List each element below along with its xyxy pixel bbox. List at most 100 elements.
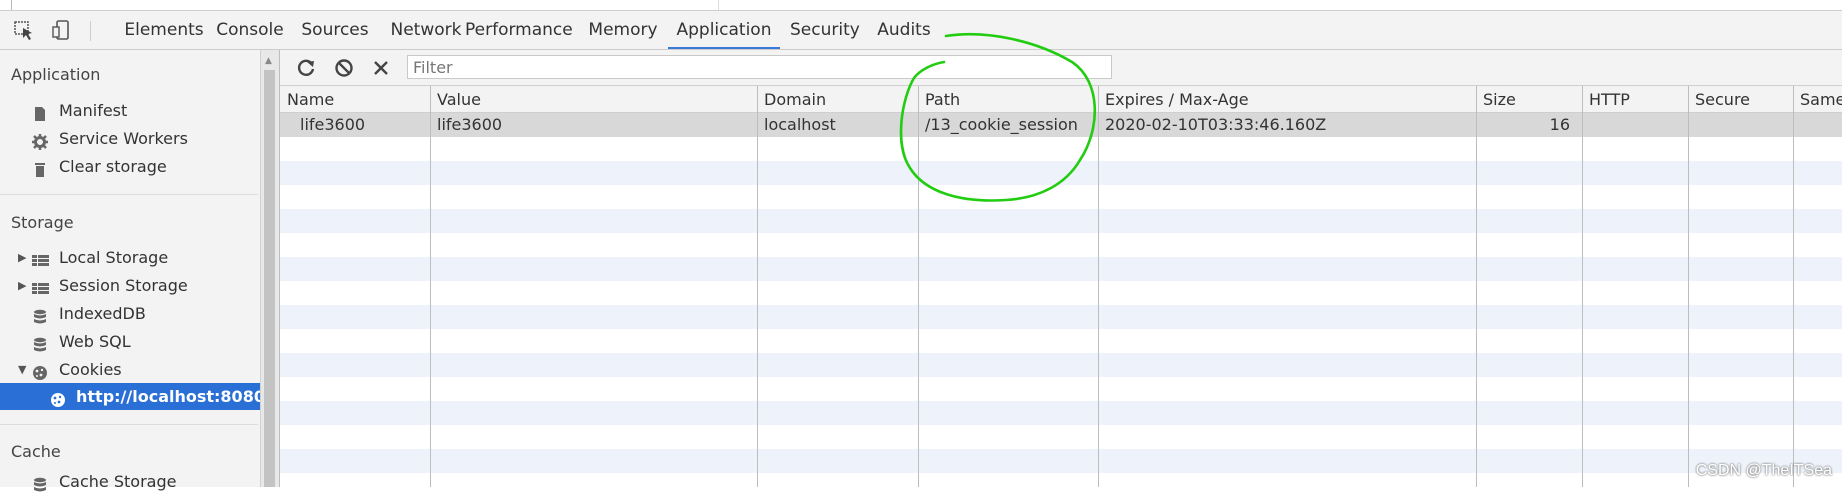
tab-memory[interactable]: Memory	[583, 11, 663, 49]
column-divider[interactable]	[1688, 86, 1689, 487]
column-header-samesite[interactable]: Same	[1793, 86, 1842, 113]
sidebar-item-manifest[interactable]: Manifest	[0, 97, 260, 124]
column-divider[interactable]	[1098, 86, 1099, 487]
empty-row	[280, 233, 1842, 257]
tab-network[interactable]: Network	[372, 11, 480, 49]
cookies-toolbar	[280, 50, 1842, 86]
column-header-domain[interactable]: Domain	[757, 86, 918, 113]
tab-audits[interactable]: Audits	[876, 11, 932, 49]
sidebar-item-label: IndexedDB	[59, 304, 146, 323]
expand-triangle-icon[interactable]: ▶	[18, 244, 26, 271]
empty-row	[280, 449, 1842, 473]
tab-application[interactable]: Application	[668, 11, 780, 49]
block-icon[interactable]	[332, 56, 356, 80]
column-divider[interactable]	[1793, 86, 1794, 487]
column-divider[interactable]	[918, 86, 919, 487]
sidebar-divider	[0, 424, 258, 425]
sidebar-item-cookies[interactable]: ▼ Cookies	[0, 356, 260, 383]
cell-size[interactable]: 16	[1476, 113, 1582, 137]
sidebar-item-indexeddb[interactable]: IndexedDB	[0, 300, 260, 327]
filter-input[interactable]	[407, 55, 1112, 79]
scrollbar-thumb[interactable]	[264, 70, 275, 487]
empty-row	[280, 281, 1842, 305]
sidebar-item-cookie-origin[interactable]: http://localhost:8080	[0, 383, 265, 410]
section-heading-cache: Cache	[11, 442, 61, 461]
sidebar-item-label: Service Workers	[59, 129, 188, 148]
cookies-panel: Name Value Domain Path Expires / Max-Age…	[279, 50, 1842, 487]
section-heading-storage: Storage	[11, 213, 74, 232]
column-header-http[interactable]: HTTP	[1582, 86, 1688, 113]
column-header-secure[interactable]: Secure	[1688, 86, 1793, 113]
sidebar-item-cache-storage[interactable]: Cache Storage	[0, 468, 260, 495]
inspect-element-icon[interactable]	[13, 19, 37, 41]
empty-row	[280, 401, 1842, 425]
grid-icon	[32, 278, 49, 294]
collapse-triangle-icon[interactable]: ▼	[18, 356, 26, 383]
empty-row	[280, 425, 1842, 449]
column-header-name[interactable]: Name	[280, 86, 430, 113]
sidebar-item-service-workers[interactable]: Service Workers	[0, 125, 260, 152]
empty-row	[280, 161, 1842, 185]
application-sidebar: Application Manifest Service Workers Cle…	[0, 50, 265, 492]
refresh-icon[interactable]	[294, 56, 318, 80]
empty-row	[280, 305, 1842, 329]
cell-secure[interactable]	[1688, 113, 1793, 137]
sidebar-item-web-sql[interactable]: Web SQL	[0, 328, 260, 355]
sidebar-item-clear-storage[interactable]: Clear storage	[0, 153, 260, 180]
expand-triangle-icon[interactable]: ▶	[18, 272, 26, 299]
empty-row	[280, 137, 1842, 161]
sidebar-item-label: http://localhost:8080	[76, 387, 265, 406]
sidebar-item-label: Web SQL	[59, 332, 131, 351]
table-row[interactable]: life3600 life3600 localhost /13_cookie_s…	[280, 113, 1842, 137]
page-divider	[11, 0, 12, 10]
empty-row	[280, 185, 1842, 209]
sidebar-item-label: Cache Storage	[59, 472, 177, 491]
column-header-path[interactable]: Path	[918, 86, 1098, 113]
devtools-tab-bar: Elements Console Sources Network Perform…	[0, 11, 1842, 50]
document-icon	[32, 103, 48, 121]
sidebar-item-label: Clear storage	[59, 157, 167, 176]
cell-value[interactable]: life3600	[430, 113, 757, 137]
column-header-expires[interactable]: Expires / Max-Age	[1098, 86, 1476, 113]
database-icon	[32, 306, 48, 324]
device-toolbar-icon[interactable]	[50, 19, 74, 41]
page-divider	[718, 0, 719, 10]
column-header-size[interactable]: Size	[1476, 86, 1582, 113]
column-divider[interactable]	[430, 86, 431, 487]
scroll-up-arrow-icon[interactable]: ▲	[265, 56, 272, 66]
empty-row	[280, 329, 1842, 353]
toolbar-separator	[90, 21, 91, 41]
cell-domain[interactable]: localhost	[757, 113, 918, 137]
cell-http[interactable]	[1582, 113, 1688, 137]
empty-row	[280, 257, 1842, 281]
cell-expires[interactable]: 2020-02-10T03:33:46.160Z	[1098, 113, 1476, 137]
cookie-icon	[32, 362, 48, 380]
sidebar-item-label: Manifest	[59, 101, 128, 120]
column-header-value[interactable]: Value	[430, 86, 757, 113]
column-divider[interactable]	[757, 86, 758, 487]
sidebar-item-label: Session Storage	[59, 276, 188, 295]
close-icon[interactable]	[369, 56, 393, 80]
section-heading-application: Application	[11, 65, 101, 84]
cookie-icon	[50, 389, 66, 407]
empty-row	[280, 377, 1842, 401]
tab-performance[interactable]: Performance	[465, 11, 573, 49]
cell-name[interactable]: life3600	[280, 113, 430, 137]
tab-sources[interactable]: Sources	[285, 11, 385, 49]
cell-path[interactable]: /13_cookie_session	[918, 113, 1098, 137]
database-icon	[32, 334, 48, 352]
column-divider[interactable]	[1582, 86, 1583, 487]
empty-row	[280, 209, 1842, 233]
tab-security[interactable]: Security	[790, 11, 860, 49]
cell-samesite[interactable]	[1793, 113, 1842, 137]
cookies-table: Name Value Domain Path Expires / Max-Age…	[280, 86, 1842, 487]
database-icon	[32, 474, 48, 492]
sidebar-divider	[0, 194, 258, 195]
sidebar-item-label: Local Storage	[59, 248, 169, 267]
gear-icon	[32, 131, 48, 150]
column-divider[interactable]	[1476, 86, 1477, 487]
sidebar-scrollbar[interactable]: ▲	[260, 50, 279, 487]
sidebar-item-local-storage[interactable]: ▶ Local Storage	[0, 244, 260, 271]
trash-icon	[32, 159, 48, 177]
sidebar-item-session-storage[interactable]: ▶ Session Storage	[0, 272, 260, 299]
